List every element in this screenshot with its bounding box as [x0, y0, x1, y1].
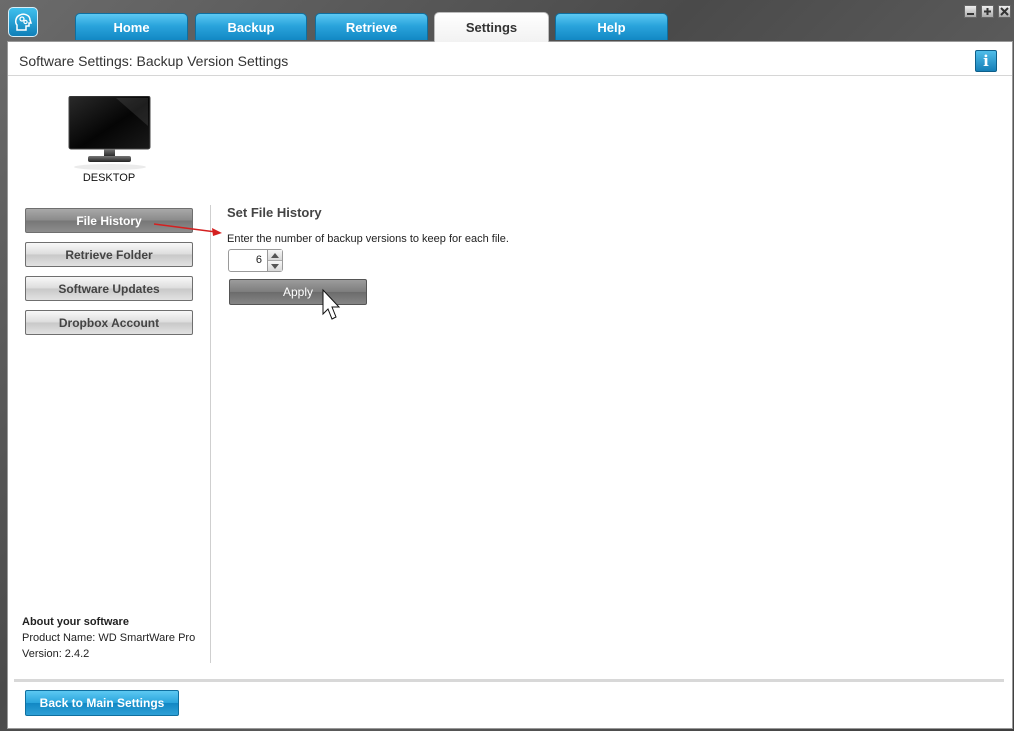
tab-backup[interactable]: Backup: [195, 13, 307, 40]
page-title: Software Settings: Backup Version Settin…: [19, 53, 289, 69]
tab-backup-label: Backup: [227, 19, 275, 35]
about-section: About your software Product Name: WD Sma…: [22, 614, 195, 662]
app-logo-icon[interactable]: [8, 7, 38, 37]
info-icon: i: [983, 52, 989, 70]
tab-help-label: Help: [597, 19, 626, 35]
sidebar-item-label: File History: [76, 213, 142, 228]
vertical-divider: [210, 205, 211, 663]
back-to-main-settings-button[interactable]: Back to Main Settings: [25, 690, 179, 716]
panel-header: Software Settings: Backup Version Settin…: [8, 42, 1012, 76]
info-button[interactable]: i: [975, 50, 997, 72]
sidebar-item-label: Software Updates: [58, 281, 160, 296]
sidebar-item-file-history[interactable]: File History: [25, 208, 193, 233]
sidebar-item-retrieve-folder[interactable]: Retrieve Folder: [25, 242, 193, 267]
back-button-label: Back to Main Settings: [39, 696, 165, 710]
desktop-device: [66, 95, 156, 177]
tab-retrieve[interactable]: Retrieve: [315, 13, 428, 40]
close-icon: [1000, 7, 1009, 16]
sidebar-item-software-updates[interactable]: Software Updates: [25, 276, 193, 301]
device-label: DESKTOP: [82, 172, 136, 184]
tab-help[interactable]: Help: [555, 13, 668, 40]
section-title: Set File History: [227, 205, 322, 220]
increment-button[interactable]: [268, 250, 282, 260]
gears-head-icon: [15, 13, 33, 31]
chevron-up-icon: [271, 252, 279, 258]
decrement-button[interactable]: [268, 260, 282, 271]
sidebar-item-label: Retrieve Folder: [65, 247, 153, 262]
tab-home[interactable]: Home: [75, 13, 188, 40]
apply-button-label: Apply: [282, 285, 314, 299]
versions-input[interactable]: 6: [229, 250, 267, 271]
tab-retrieve-label: Retrieve: [345, 19, 398, 35]
tab-settings-label: Settings: [465, 20, 518, 35]
minimize-icon: [967, 13, 974, 15]
stepper-arrows: [267, 250, 282, 271]
maximize-icon: [984, 8, 991, 15]
sidebar-item-label: Dropbox Account: [58, 315, 160, 330]
about-title: About your software: [22, 616, 129, 628]
sidebar-item-dropbox-account[interactable]: Dropbox Account: [25, 310, 193, 335]
settings-panel: Software Settings: Backup Version Settin…: [7, 41, 1013, 729]
product-name: Product Name: WD SmartWare Pro: [22, 632, 196, 644]
software-version: Version: 2.4.2: [22, 648, 90, 660]
chevron-down-icon: [271, 263, 279, 269]
tab-home-label: Home: [113, 19, 150, 35]
versions-stepper[interactable]: 6: [228, 249, 283, 272]
apply-button[interactable]: Apply: [229, 279, 367, 305]
close-button[interactable]: [998, 5, 1011, 18]
footer-divider: [14, 679, 1004, 682]
maximize-button[interactable]: [981, 5, 994, 18]
instruction-text: Enter the number of backup versions to k…: [227, 233, 509, 245]
tab-settings[interactable]: Settings: [434, 12, 549, 42]
monitor-icon: [68, 95, 151, 170]
minimize-button[interactable]: [964, 5, 977, 18]
